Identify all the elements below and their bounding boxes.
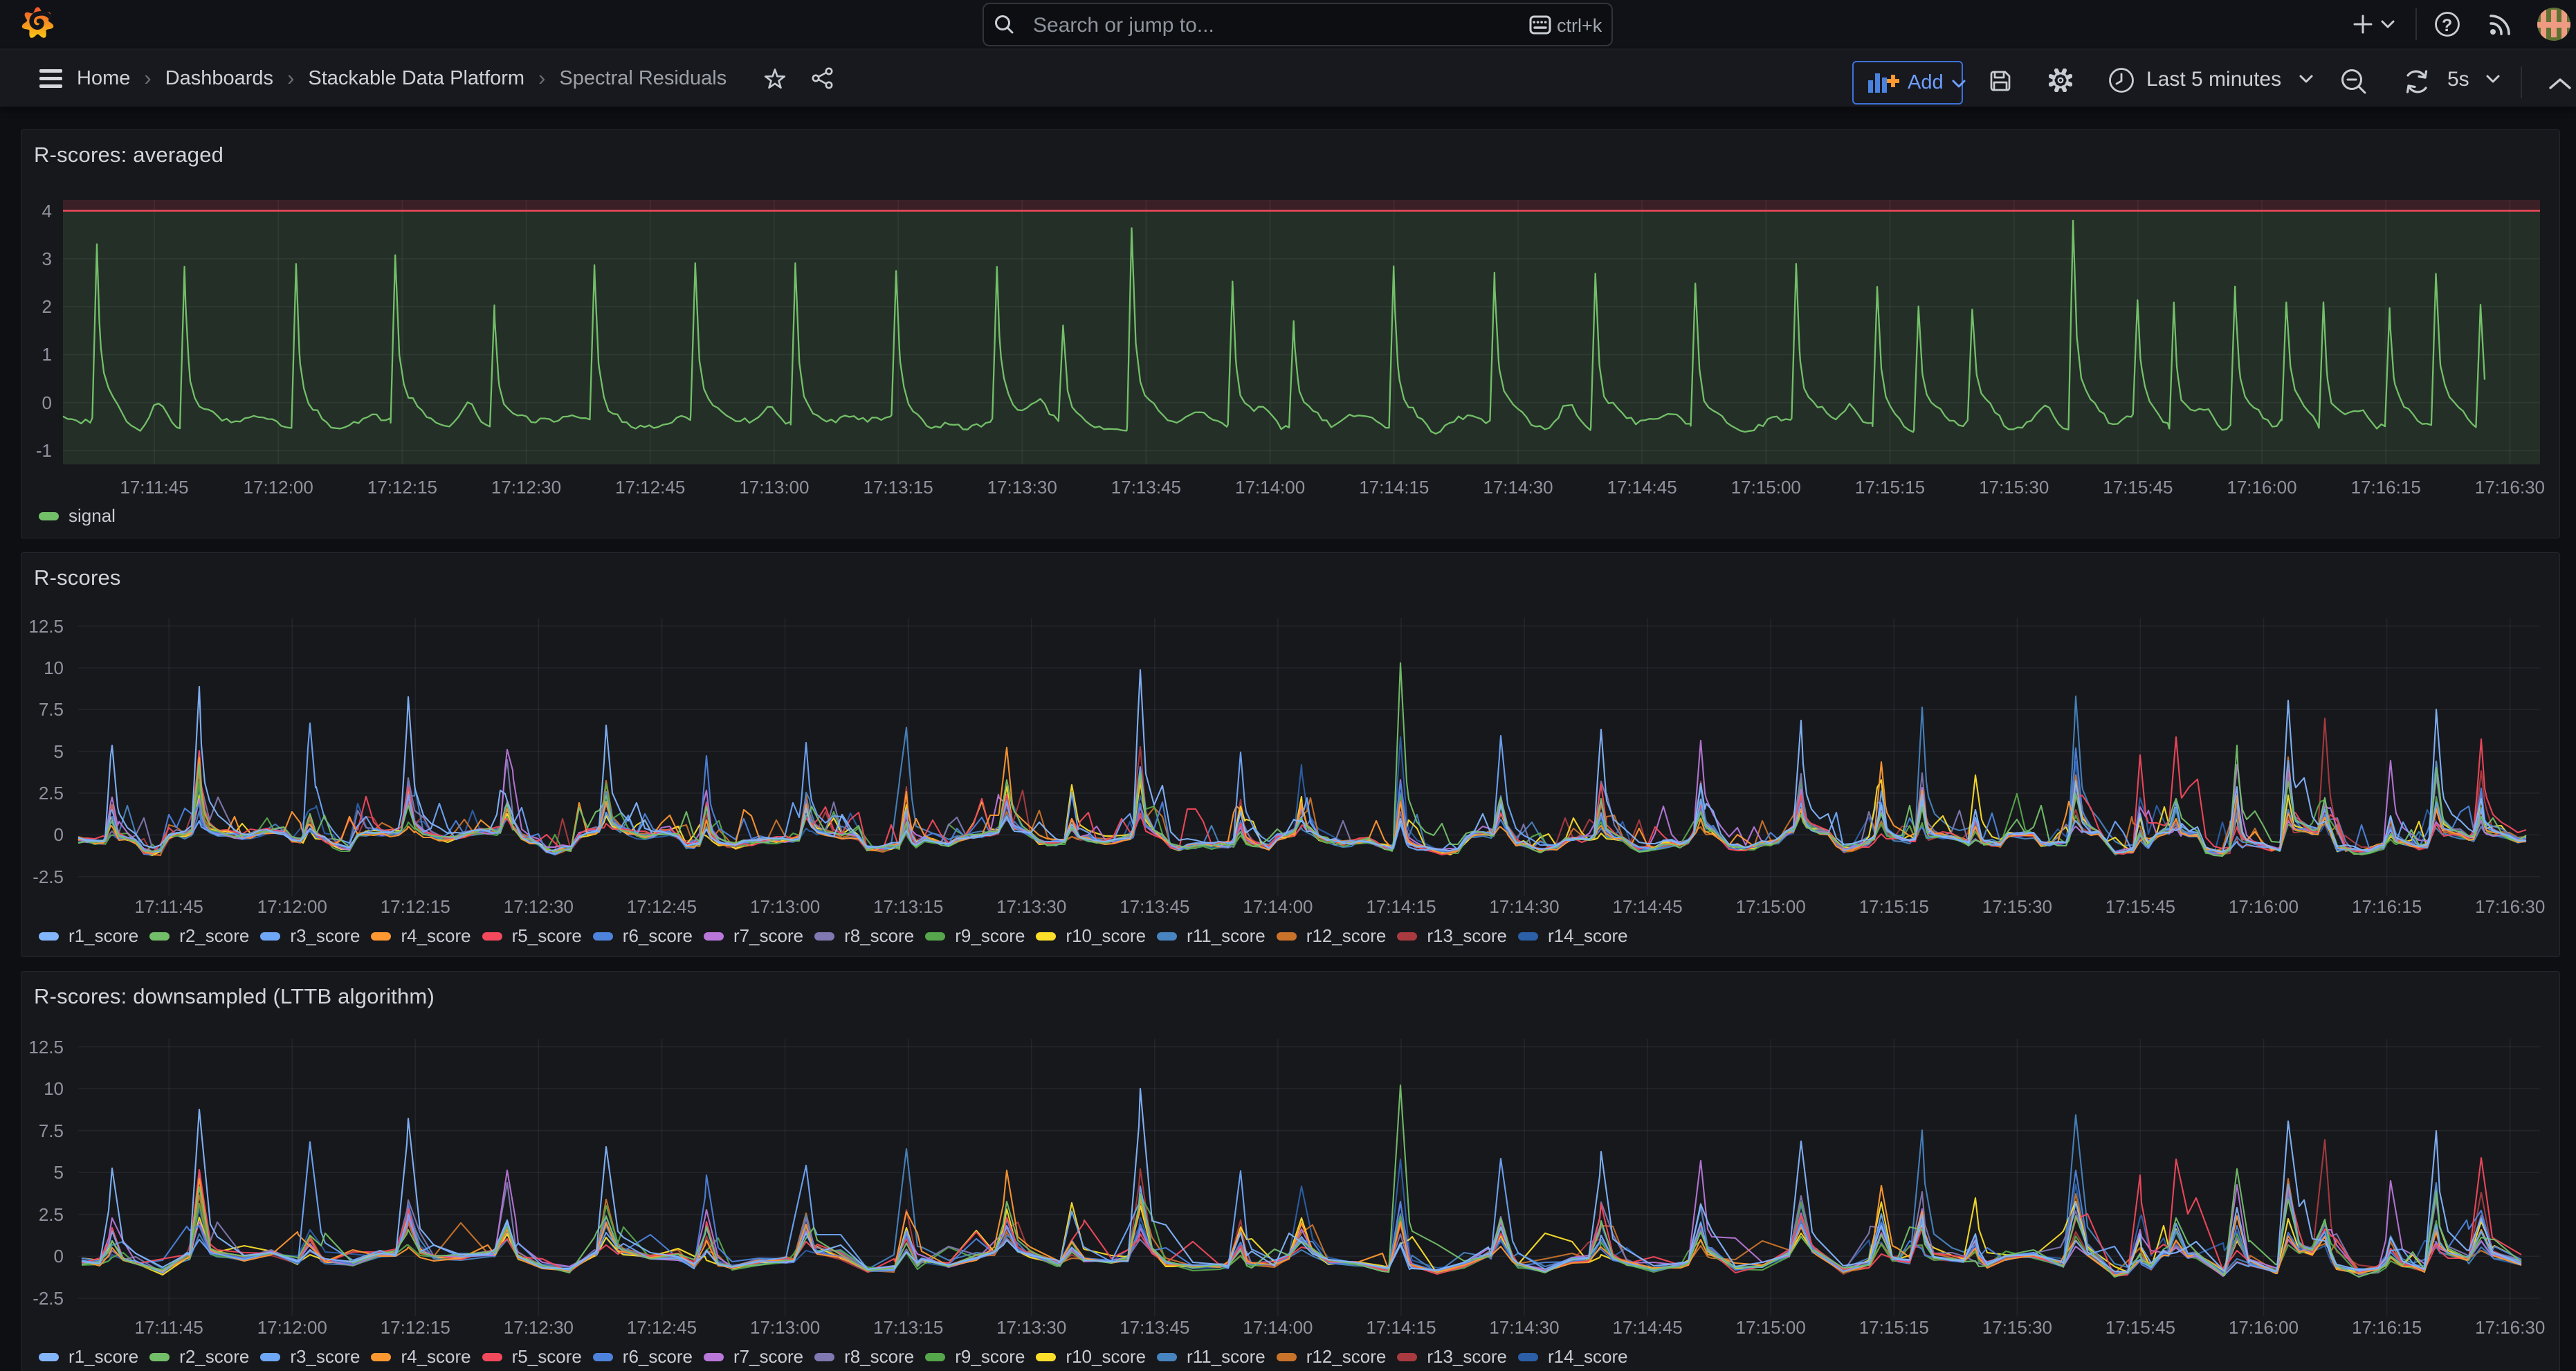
svg-text:2.5: 2.5	[39, 783, 64, 803]
svg-text:17:15:00: 17:15:00	[1736, 1317, 1806, 1338]
svg-text:17:15:15: 17:15:15	[1859, 1317, 1929, 1338]
svg-text:17:15:00: 17:15:00	[1736, 896, 1806, 917]
svg-text:17:14:15: 17:14:15	[1366, 1317, 1436, 1338]
svg-text:17:12:15: 17:12:15	[381, 1317, 450, 1338]
svg-text:17:14:00: 17:14:00	[1243, 1317, 1313, 1338]
svg-text:17:13:00: 17:13:00	[739, 477, 809, 498]
svg-text:17:14:30: 17:14:30	[1483, 477, 1553, 498]
svg-text:17:13:15: 17:13:15	[873, 1317, 943, 1338]
svg-text:17:15:45: 17:15:45	[2105, 1317, 2175, 1338]
svg-text:1: 1	[42, 344, 52, 365]
svg-text:17:15:45: 17:15:45	[2103, 477, 2173, 498]
svg-text:17:16:00: 17:16:00	[2227, 477, 2296, 498]
svg-text:17:11:45: 17:11:45	[135, 896, 203, 917]
svg-text:17:12:15: 17:12:15	[367, 477, 437, 498]
svg-text:17:13:30: 17:13:30	[996, 1317, 1066, 1338]
svg-text:17:12:30: 17:12:30	[504, 896, 574, 917]
svg-text:17:13:30: 17:13:30	[987, 477, 1057, 498]
svg-text:7.5: 7.5	[39, 699, 64, 720]
svg-text:17:15:45: 17:15:45	[2105, 896, 2175, 917]
svg-text:17:12:45: 17:12:45	[615, 477, 685, 498]
svg-text:0: 0	[54, 824, 64, 845]
svg-text:0: 0	[42, 392, 52, 413]
svg-text:-2.5: -2.5	[33, 1288, 64, 1309]
svg-text:17:13:45: 17:13:45	[1120, 896, 1189, 917]
svg-text:17:13:00: 17:13:00	[750, 896, 820, 917]
svg-text:17:14:45: 17:14:45	[1612, 896, 1682, 917]
svg-text:5: 5	[54, 741, 64, 762]
svg-text:2.5: 2.5	[39, 1204, 64, 1225]
svg-text:17:15:30: 17:15:30	[1979, 477, 2049, 498]
svg-text:17:13:30: 17:13:30	[996, 896, 1066, 917]
svg-text:17:14:30: 17:14:30	[1489, 1317, 1559, 1338]
svg-text:17:13:15: 17:13:15	[873, 896, 943, 917]
svg-text:-1: -1	[36, 440, 52, 461]
svg-text:17:16:30: 17:16:30	[2475, 1317, 2545, 1338]
svg-text:-2.5: -2.5	[33, 866, 64, 887]
svg-text:17:14:00: 17:14:00	[1243, 896, 1313, 917]
svg-text:17:13:45: 17:13:45	[1120, 1317, 1189, 1338]
svg-text:17:12:45: 17:12:45	[627, 1317, 697, 1338]
svg-text:17:11:45: 17:11:45	[120, 477, 188, 498]
svg-text:17:16:15: 17:16:15	[2351, 477, 2421, 498]
svg-text:17:15:15: 17:15:15	[1855, 477, 1925, 498]
svg-text:2: 2	[42, 296, 52, 317]
svg-text:17:12:00: 17:12:00	[244, 477, 313, 498]
svg-text:17:14:45: 17:14:45	[1612, 1317, 1682, 1338]
svg-text:17:14:00: 17:14:00	[1235, 477, 1305, 498]
svg-text:10: 10	[44, 1078, 64, 1099]
svg-text:12.5: 12.5	[28, 1037, 64, 1057]
svg-text:17:16:00: 17:16:00	[2229, 896, 2299, 917]
svg-text:17:15:30: 17:15:30	[1982, 1317, 2052, 1338]
svg-text:17:12:15: 17:12:15	[381, 896, 450, 917]
svg-text:17:16:00: 17:16:00	[2229, 1317, 2299, 1338]
svg-text:17:14:45: 17:14:45	[1607, 477, 1677, 498]
svg-text:17:13:00: 17:13:00	[750, 1317, 820, 1338]
svg-text:17:16:30: 17:16:30	[2475, 477, 2545, 498]
svg-text:17:16:30: 17:16:30	[2475, 896, 2545, 917]
svg-text:17:12:00: 17:12:00	[257, 1317, 327, 1338]
svg-text:17:15:30: 17:15:30	[1982, 896, 2052, 917]
svg-text:7.5: 7.5	[39, 1120, 64, 1141]
svg-text:17:16:15: 17:16:15	[2352, 1317, 2422, 1338]
svg-text:4: 4	[42, 201, 52, 221]
svg-text:17:12:30: 17:12:30	[491, 477, 561, 498]
svg-text:3: 3	[42, 248, 52, 269]
svg-text:0: 0	[54, 1246, 64, 1266]
svg-text:17:15:00: 17:15:00	[1731, 477, 1801, 498]
svg-text:17:12:30: 17:12:30	[504, 1317, 574, 1338]
svg-text:17:13:45: 17:13:45	[1111, 477, 1181, 498]
svg-text:5: 5	[54, 1162, 64, 1183]
svg-text:17:15:15: 17:15:15	[1859, 896, 1929, 917]
svg-text:17:13:15: 17:13:15	[863, 477, 933, 498]
svg-text:17:12:00: 17:12:00	[257, 896, 327, 917]
svg-text:17:16:15: 17:16:15	[2352, 896, 2422, 917]
svg-text:17:14:30: 17:14:30	[1489, 896, 1559, 917]
svg-text:17:12:45: 17:12:45	[627, 896, 697, 917]
svg-text:10: 10	[44, 657, 64, 678]
svg-text:17:11:45: 17:11:45	[135, 1317, 203, 1338]
svg-text:17:14:15: 17:14:15	[1366, 896, 1436, 917]
svg-text:12.5: 12.5	[28, 616, 64, 637]
svg-text:17:14:15: 17:14:15	[1359, 477, 1429, 498]
